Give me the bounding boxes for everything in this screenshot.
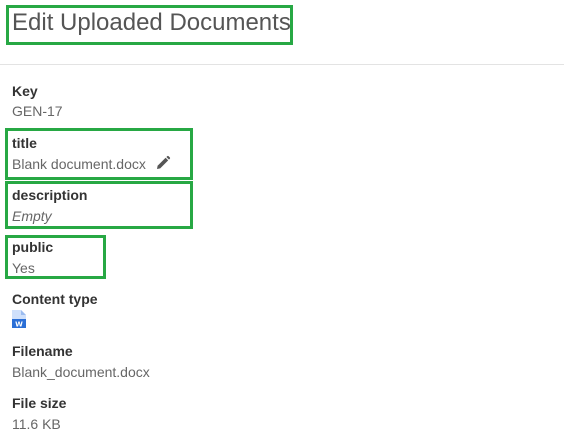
key-label: Key bbox=[12, 83, 38, 99]
file-size-label: File size bbox=[12, 395, 67, 411]
page-title: Edit Uploaded Documents bbox=[12, 9, 291, 36]
edit-document-page: Edit Uploaded Documents Key GEN-17 title… bbox=[0, 0, 564, 445]
svg-text:W: W bbox=[15, 321, 23, 329]
header-divider bbox=[0, 64, 564, 65]
file-size-value: 11.6 KB bbox=[12, 416, 61, 432]
description-label: description bbox=[12, 187, 88, 203]
edit-pencil-icon[interactable] bbox=[155, 155, 171, 171]
word-document-icon: W bbox=[12, 310, 26, 329]
public-value[interactable]: Yes bbox=[12, 260, 35, 276]
title-label: title bbox=[12, 135, 37, 151]
filename-label: Filename bbox=[12, 343, 73, 359]
filename-value: Blank_document.docx bbox=[12, 364, 150, 380]
key-value: GEN-17 bbox=[12, 103, 63, 119]
public-label: public bbox=[12, 239, 54, 255]
description-value[interactable]: Empty bbox=[12, 208, 52, 224]
content-type-label: Content type bbox=[12, 291, 98, 307]
title-value[interactable]: Blank document.docx bbox=[12, 156, 146, 172]
